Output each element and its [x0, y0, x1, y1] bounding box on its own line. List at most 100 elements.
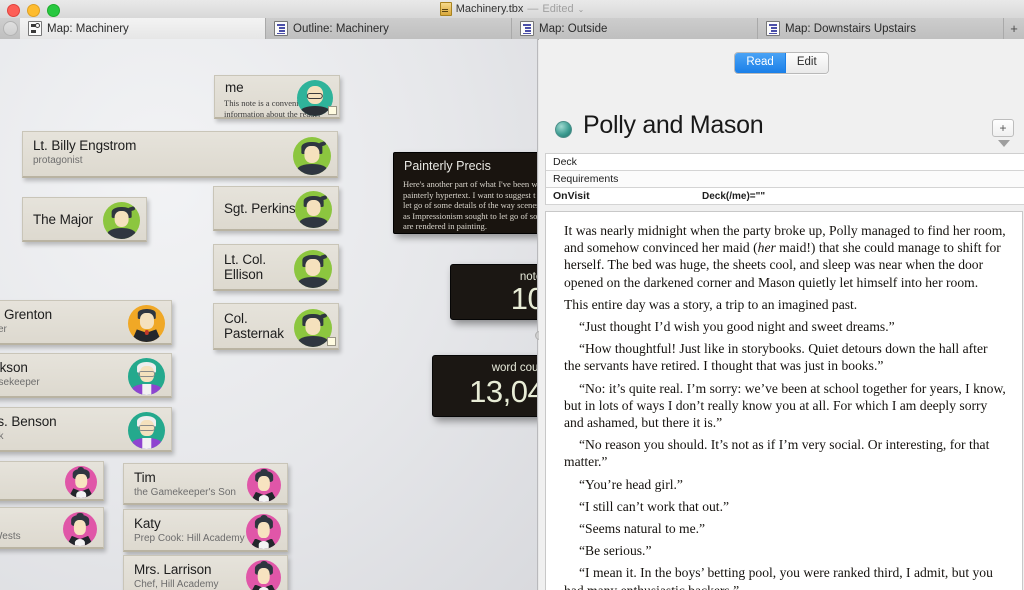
- tab-map-machinery[interactable]: Map: Machinery: [20, 18, 266, 39]
- avatar: [63, 512, 97, 546]
- body-text: “I still can’t work that out.”: [579, 499, 729, 514]
- tab-read[interactable]: Read: [735, 53, 786, 73]
- body-text: “I mean it. In the boys’ betting pool, y…: [564, 565, 993, 590]
- avatar: [128, 358, 165, 395]
- tab-map-outside[interactable]: Map: Outside: [512, 18, 758, 39]
- reader-paragraph: “No reason you should. It’s not as if I’…: [564, 436, 1006, 470]
- tab-map-downstairs-upstairs[interactable]: Map: Downstairs Upstairs: [758, 18, 1004, 39]
- attribute-key: Deck: [546, 156, 702, 168]
- map-canvas[interactable]: meThis note is a convenient pl informati…: [0, 39, 538, 590]
- window-title-area: Machinery.tbx — Edited ⌄: [0, 0, 1024, 18]
- reader-paragraph: It was nearly midnight when the party br…: [564, 222, 1006, 291]
- map-note[interactable]: Mrs. Larrison Chef, Hill Academy: [123, 555, 288, 590]
- window-title-separator: —: [527, 3, 538, 15]
- map-note[interactable]: ckson usekeeper: [0, 353, 172, 398]
- avatar: [295, 191, 332, 228]
- outline-icon: [766, 21, 780, 36]
- tab-label: Outline: Machinery: [293, 23, 389, 35]
- avatar: [246, 560, 281, 590]
- note-title: r. Grenton: [0, 307, 52, 322]
- note-title[interactable]: Polly and Mason: [583, 111, 763, 140]
- note-title: Lt. Col. Ellison: [224, 252, 266, 282]
- window-edited-label: Edited: [542, 3, 573, 15]
- avatar: [128, 305, 165, 342]
- add-attribute-button[interactable]: +: [992, 119, 1014, 137]
- attribute-key: OnVisit: [546, 190, 702, 202]
- map-note[interactable]: r. Grentontler: [0, 300, 172, 345]
- stat-tile-notes[interactable]: notes 105: [450, 264, 538, 320]
- reader-paragraph: “How thoughtful! Just like in storybooks…: [564, 340, 1006, 374]
- tab-outline-machinery[interactable]: Outline: Machinery: [266, 18, 512, 39]
- note-title: Col. Pasternak: [224, 311, 284, 341]
- body-text: “No reason you should. It’s not as if I’…: [564, 437, 989, 469]
- tab-label: Map: Machinery: [47, 23, 129, 35]
- note-subtitle: ok: [0, 431, 4, 443]
- note-title: Painterly Precis: [404, 159, 491, 173]
- map-note-painterly-precis[interactable]: Painterly Precis Here's another part of …: [393, 152, 538, 234]
- note-title: Mrs. Larrison: [134, 562, 211, 577]
- avatar: [246, 514, 281, 549]
- attribute-row[interactable]: Deck: [546, 154, 1024, 171]
- note-title: ckson: [0, 360, 28, 375]
- reader-paragraph: “You’re head girl.”: [564, 476, 1006, 493]
- map-note[interactable]: [0, 461, 104, 501]
- body-text: “Be serious.”: [579, 543, 651, 558]
- body-text: “Seems natural to me.”: [579, 521, 705, 536]
- body-text: “You’re head girl.”: [579, 477, 683, 492]
- new-tab-button[interactable]: +: [1004, 18, 1024, 39]
- map-note[interactable]: Col. Pasternak: [213, 303, 339, 350]
- reader-paragraph: “Be serious.”: [564, 542, 1006, 559]
- outline-icon: [520, 21, 534, 36]
- tab-label: Map: Outside: [539, 23, 607, 35]
- attribute-row[interactable]: Requirements: [546, 171, 1024, 188]
- map-note[interactable]: meThis note is a convenient pl informati…: [214, 75, 340, 119]
- attribute-key: Requirements: [546, 173, 702, 185]
- inspector-header: Polly and Mason +: [539, 113, 1024, 151]
- note-subtitle: Prep Cook: Hill Academy: [134, 533, 245, 545]
- map-note[interactable]: rs. Benson ok: [0, 407, 172, 452]
- note-badge-icon[interactable]: [555, 121, 572, 138]
- tab-edit[interactable]: Edit: [786, 53, 828, 73]
- map-note[interactable]: Wests: [0, 507, 104, 549]
- avatar: [128, 412, 165, 449]
- note-text-reader[interactable]: It was nearly midnight when the party br…: [545, 211, 1023, 590]
- map-note[interactable]: Timthe Gamekeeper's Son: [123, 463, 288, 505]
- reader-paragraph: “I still can’t work that out.”: [564, 498, 1006, 515]
- note-corner-flag-icon: [327, 337, 336, 346]
- note-subtitle: usekeeper: [0, 377, 40, 389]
- body-text: “No: it’s quite real. I’m sorry: we’ve b…: [564, 381, 1006, 430]
- map-note[interactable]: The Major: [22, 197, 147, 242]
- reader-paragraph: “Seems natural to me.”: [564, 520, 1006, 537]
- note-title: Sgt. Perkins: [224, 201, 296, 216]
- map-note[interactable]: KatyPrep Cook: Hill Academy: [123, 509, 288, 552]
- avatar: [65, 466, 97, 498]
- inspector-pane: Read Edit Polly and Mason + Deck Requirem…: [539, 39, 1024, 590]
- chevron-down-icon[interactable]: ⌄: [578, 5, 585, 14]
- app-window: Machinery.tbx — Edited ⌄ Map: Machinery …: [0, 0, 1024, 590]
- read-edit-toggle: Read Edit: [539, 52, 1024, 74]
- avatar: [294, 250, 332, 288]
- note-subtitle: Wests: [0, 531, 21, 543]
- tab-label: Map: Downstairs Upstairs: [785, 23, 916, 35]
- reader-paragraph: “Just thought I’d wish you good night an…: [564, 318, 1006, 335]
- attribute-row[interactable]: OnVisitDeck(/me)="": [546, 188, 1024, 205]
- note-title: rs. Benson: [0, 414, 57, 429]
- avatar: [247, 468, 281, 502]
- stat-tile-word-count[interactable]: word count 13,047: [432, 355, 538, 417]
- map-note[interactable]: Sgt. Perkins: [213, 186, 339, 231]
- tab-progress-indicator: [0, 18, 20, 39]
- chevron-down-icon[interactable]: [998, 140, 1010, 147]
- note-title: me: [225, 80, 244, 95]
- outline-icon: [274, 21, 288, 36]
- document-icon: [440, 2, 452, 16]
- note-subtitle: the Gamekeeper's Son: [134, 487, 236, 499]
- reader-paragraph: “No: it’s quite real. I’m sorry: we’ve b…: [564, 380, 1006, 432]
- note-title: The Major: [33, 212, 93, 227]
- body-text: This entire day was a story, a trip to a…: [564, 297, 857, 312]
- emphasis-text: her: [758, 240, 776, 255]
- note-subtitle: Chef, Hill Academy: [134, 579, 218, 590]
- note-corner-flag-icon: [328, 106, 337, 115]
- map-note[interactable]: Lt. Col. Ellison: [213, 244, 339, 291]
- avatar: [293, 137, 331, 175]
- map-note[interactable]: Lt. Billy Engstromprotagonist: [22, 131, 338, 178]
